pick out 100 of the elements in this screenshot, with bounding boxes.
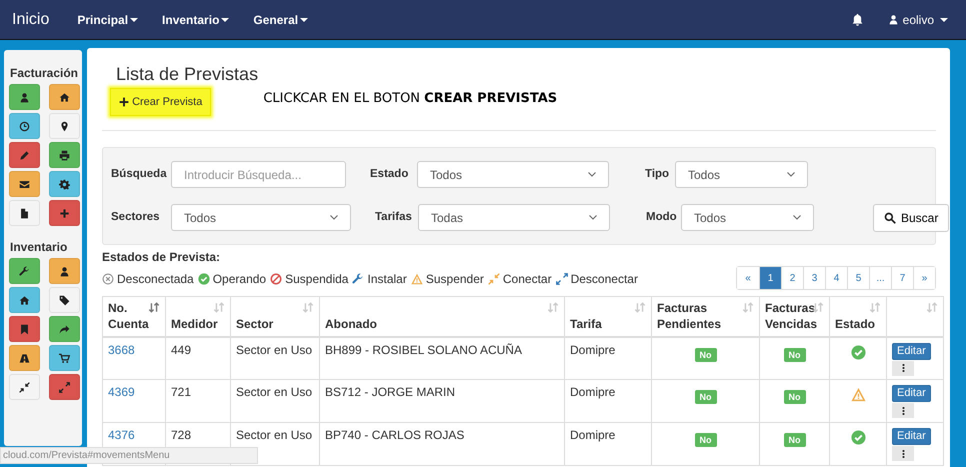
account-link[interactable]: 4376 [108,428,135,442]
status-badge: No [784,348,806,362]
select-field[interactable]: Todos [417,161,609,188]
sidebar-button[interactable] [49,171,80,197]
kebab-icon [902,448,904,459]
more-button[interactable] [892,360,914,376]
status-badge: No [694,433,716,448]
user-icon [19,92,30,102]
sidebar-button[interactable] [49,345,80,371]
sidebar-button[interactable] [9,258,40,284]
legend-label: Conectar [502,271,552,288]
table-cell: BS712 - JORGE MARIN [320,380,564,423]
sidebar-button[interactable] [9,84,40,110]
caret-icon [221,18,230,22]
kebab-icon [902,406,904,416]
sidebar-button[interactable] [49,258,80,284]
sidebar-button[interactable] [49,113,80,139]
page-link[interactable]: 1 [759,267,781,290]
table-cell: BH899 - ROSIBEL SOLANO ACUÑA [320,336,564,380]
check-circle-icon [850,430,866,446]
sidebar-button[interactable] [49,287,80,313]
sidebar-button[interactable] [49,84,80,110]
section-title: Inventario [10,239,68,256]
table-cell: Domipre [564,422,652,466]
filter-label: Sectores [111,210,161,225]
caret-icon [130,18,138,22]
wrench-icon [19,266,30,276]
legend-label: Instalar [367,271,407,288]
legend-label: Desconectar [570,271,638,288]
caret-icon [940,18,948,22]
filter-label: Estado [370,166,410,182]
column-header[interactable]: Medidor [166,296,230,337]
sidebar-button[interactable] [9,171,40,197]
sidebar-button[interactable] [9,200,40,226]
bookmark-icon [19,324,30,334]
nav-menu[interactable]: Inventario [162,10,230,28]
edit-button[interactable]: Editar [892,385,931,402]
sidebar-button[interactable] [9,287,40,313]
sidebar-button[interactable] [49,316,80,342]
chevron-icon [589,215,597,220]
account-link[interactable]: 3668 [108,342,135,357]
warning-icon [850,387,866,402]
print-icon [59,150,70,160]
select-field[interactable]: Todos [171,204,351,232]
column-header[interactable]: Tarifa [564,296,652,337]
page-link[interactable]: » [913,267,935,290]
section-title: Facturación [10,65,77,82]
file-icon [19,208,30,218]
more-button[interactable] [892,403,914,418]
status-badge: No [694,348,716,362]
column-header[interactable]: Facturas Vencidas [760,296,830,337]
sidebar-button[interactable] [9,113,40,139]
column-header[interactable]: No. Cuenta [102,296,166,337]
table-cell: Sector en Uso [230,336,320,380]
status-badge: No [784,433,806,448]
filter-label: Tipo [645,166,670,182]
home-icon [59,92,70,102]
account-link[interactable]: 4369 [108,385,135,400]
home-icon [19,294,30,306]
column-header[interactable]: Estado [830,296,886,337]
user-menu[interactable]: eolivo [888,10,948,28]
bell-icon [850,13,864,26]
clock-icon [19,120,30,132]
filter-label: Tarifas [375,210,413,225]
table-cell: 449 [166,336,230,380]
select-field[interactable]: Todos [675,161,808,188]
more-button[interactable] [892,446,914,462]
search-field[interactable]: Introducir Búsqueda... [171,161,346,188]
legend-label: Desconectada [117,271,194,288]
select-field[interactable]: Todos [681,204,814,232]
expand-icon [59,382,70,392]
create-button[interactable]: Crear Prevista [110,88,212,116]
warning-icon [410,273,423,286]
legend-label: Suspender [426,271,484,288]
nav-menu[interactable]: General [253,10,308,28]
sidebar-button[interactable] [49,142,80,168]
edit-button[interactable]: Editar [892,428,931,446]
user-icon [888,14,899,25]
annotation-text: CLICKCAR EN EL BOTON CREAR PREVISTAS [263,90,558,108]
nav-menu[interactable]: Principal [77,10,138,28]
chevron-icon [793,215,801,220]
expand-icon [556,273,568,286]
compress-icon [488,273,500,286]
chevron-icon [330,215,338,220]
sidebar-button[interactable] [9,345,40,371]
pencil-icon [19,150,30,160]
select-field[interactable]: Todas [418,204,610,232]
column-header[interactable]: Sector [230,296,320,337]
status-badge: No [784,390,806,404]
status-badge: No [694,390,716,404]
plus-icon [119,96,129,107]
search-button[interactable]: Buscar [873,204,950,232]
brand-link[interactable]: Inicio [12,8,50,32]
legend-title: Estados de Prevista: [102,249,222,266]
column-header[interactable]: Facturas Pendientes [652,296,760,337]
check-circle-icon [198,273,210,286]
status-url-tooltip: cloud.com/Prevista#movementsMenu [0,447,258,464]
edit-button[interactable]: Editar [892,342,931,360]
column-header[interactable]: Abonado [320,296,564,337]
user-icon [59,266,70,276]
